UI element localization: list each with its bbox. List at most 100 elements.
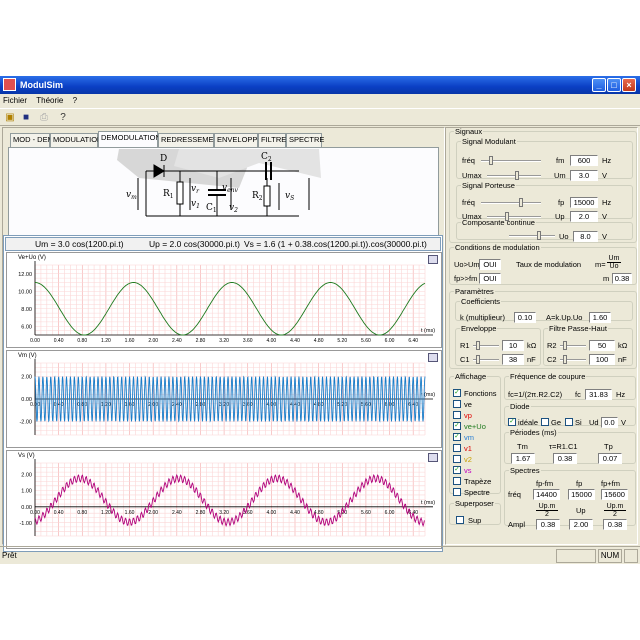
uo-field[interactable]: 8.0 <box>573 231 598 242</box>
r2-label: R2 <box>547 341 557 350</box>
x-tick-label: 1.60 <box>125 402 135 408</box>
c2-slider[interactable] <box>560 355 586 364</box>
resize-grip[interactable] <box>624 549 638 563</box>
x-tick-label: 0.80 <box>77 510 87 516</box>
k-field[interactable]: 0.10 <box>514 312 536 323</box>
plot-canvas: 2.001.000.00-1.000.00 0.40 0.80 1.20 1.60 2.0… <box>19 459 435 537</box>
c1-field[interactable]: 38 <box>502 354 524 365</box>
a-field: 1.60 <box>589 312 611 323</box>
fp-fm-label: fp>>fm <box>454 274 478 283</box>
r1-field[interactable]: 10 <box>502 340 524 351</box>
m-field: 0.38 <box>612 273 632 284</box>
spectre-freq-label: fréq <box>508 490 521 499</box>
sup-checkbox[interactable] <box>456 516 464 524</box>
ge-checkbox[interactable] <box>541 418 549 426</box>
uo-slider[interactable] <box>509 231 555 240</box>
a-label: A=k.Up.Uo <box>546 313 583 322</box>
x-tick-label: 2.40 <box>172 510 182 516</box>
r1-slider[interactable] <box>473 341 499 350</box>
fp-fm-result: OUI <box>479 273 501 284</box>
ampl-upper-fraction: Up.m 2 <box>604 503 626 518</box>
spectres-legend: Spectres <box>510 466 540 475</box>
x-axis-label: t (ms) <box>421 328 435 334</box>
plot-title: Ve+Uo (V) <box>18 255 46 261</box>
checkbox-spectre[interactable] <box>453 488 461 496</box>
tau-label: τ=R1.C1 <box>549 442 578 451</box>
x-tick-label: 1.60 <box>125 510 135 516</box>
checkbox-v1[interactable] <box>453 444 461 452</box>
plot-ve-uo: 12.00 10.00 8.00 6.00 0.00 0.40 0.80 1.20 1.60 2.… <box>6 252 442 348</box>
copy-plot-icon[interactable] <box>428 255 438 264</box>
checkbox-vs[interactable]: ✓ <box>453 466 461 474</box>
x-tick-label: 6.00 <box>385 510 395 516</box>
x-tick-label: 0.80 <box>77 402 87 408</box>
x-tick-label: 3.20 <box>219 338 229 344</box>
taux-numerator: Um <box>607 255 621 263</box>
diode-legend: Diode <box>510 402 530 411</box>
tp-field: 0.07 <box>598 453 622 464</box>
si-checkbox[interactable] <box>565 418 573 426</box>
fp-slider[interactable] <box>481 198 541 207</box>
affichage-label: vs <box>464 466 472 475</box>
plots-panel: Um = 3.0 cos(1200.pi.t) Up = 2.0 cos(300… <box>3 235 443 552</box>
y-tick-label: 2.00 <box>21 472 32 478</box>
x-tick-label: 0.00 <box>30 402 40 408</box>
checkbox-vm[interactable]: ✓ <box>453 433 461 441</box>
tp-label: Tp <box>604 442 613 451</box>
ud-unit: V <box>621 418 627 427</box>
um-slider[interactable] <box>487 171 541 180</box>
r2-field[interactable]: 50 <box>589 340 615 351</box>
x-tick-label: 4.00 <box>266 510 276 516</box>
checkbox-fonctions[interactable]: ✓ <box>453 389 461 397</box>
c1-slider[interactable] <box>473 355 499 364</box>
parametres-legend: Paramètres <box>455 287 494 296</box>
ideale-checkbox[interactable]: ✓ <box>508 418 516 426</box>
checkbox-vp[interactable] <box>453 411 461 419</box>
x-tick-label: 2.80 <box>196 510 206 516</box>
periodes-group: Périodes (ms) Tm 1.67 τ=R1.C1 0.38 Tp 0.… <box>504 428 636 464</box>
x-tick-label: 4.40 <box>290 402 300 408</box>
x-tick-label: 3.20 <box>219 510 229 516</box>
c2-field[interactable]: 100 <box>589 354 615 365</box>
x-tick-label: 3.60 <box>243 510 253 516</box>
checkbox-ve[interactable] <box>453 400 461 408</box>
x-tick-label: 0.40 <box>54 402 64 408</box>
ud-field[interactable]: 0.0 <box>601 417 618 428</box>
fm-field[interactable]: 600 <box>570 155 598 166</box>
x-tick-label: 0.00 <box>30 338 40 344</box>
affichage-label: Trapèze <box>464 477 492 486</box>
x-tick-label: 3.60 <box>243 402 253 408</box>
spectres-group: Spectres fp-fm fp fp+fm fréq 14400 15000… <box>504 466 636 530</box>
copy-plot-icon[interactable] <box>428 353 438 362</box>
tm-field: 1.67 <box>511 453 535 464</box>
affichage-legend: Affichage <box>455 372 487 381</box>
uo-um-result: OUI <box>479 259 501 270</box>
um-unit: V <box>602 171 608 180</box>
fp-symbol: fp <box>558 198 565 207</box>
x-tick-label: 5.60 <box>361 402 371 408</box>
ampl-carrier-field: 2.00 <box>569 519 593 530</box>
spectre-ampl-label: Ampl <box>508 520 526 529</box>
fp-field[interactable]: 15000 <box>570 197 598 208</box>
freq-lower-field: 14400 <box>533 489 560 500</box>
ampl-upper-field: 0.38 <box>603 519 627 530</box>
fm-slider[interactable] <box>481 156 541 165</box>
checkbox-v2[interactable] <box>453 455 461 463</box>
x-tick-label: 2.80 <box>196 402 206 408</box>
c1-label: C1 <box>460 355 470 364</box>
checkbox-ve-uo[interactable]: ✓ <box>453 422 461 430</box>
fm-unit: Hz <box>602 156 612 165</box>
affichage-label: v2 <box>464 455 472 464</box>
copy-plot-icon[interactable] <box>428 453 438 462</box>
affichage-label: vp <box>464 411 472 420</box>
y-tick-label: 10.00 <box>18 289 32 295</box>
plot-canvas: 2.000.00-2.000.00 0.40 0.80 1.20 1.60 2.00 2.4… <box>19 359 435 436</box>
x-tick-label: 1.20 <box>101 402 111 408</box>
checkbox-trap-ze[interactable] <box>453 477 461 485</box>
fp-freq-label: fréq <box>462 198 475 207</box>
r2-slider[interactable] <box>560 341 586 350</box>
x-tick-label: 6.00 <box>385 402 395 408</box>
um-field[interactable]: 3.0 <box>570 170 598 181</box>
superposer-group: Superposer Sup <box>449 499 501 525</box>
y-tick-label: 6.00 <box>21 324 32 330</box>
